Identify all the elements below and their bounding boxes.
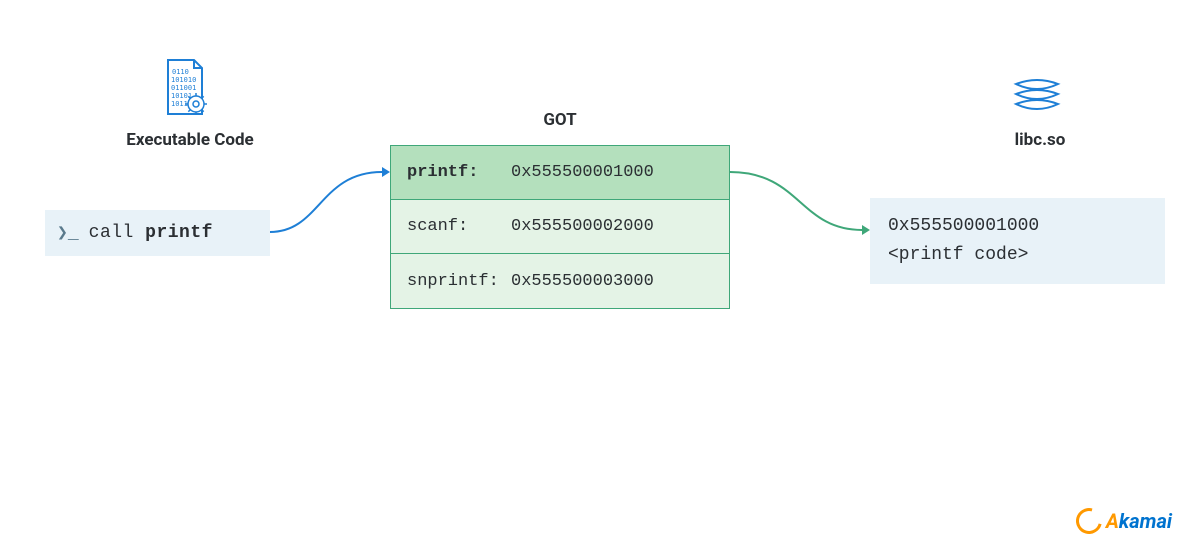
libc-code-box: 0x555500001000 <printf code> [870,198,1165,284]
arrow-got-to-libc [730,162,870,237]
svg-text:101010: 101010 [171,76,196,84]
libc-code: <printf code> [888,241,1147,270]
call-instruction-box: ❯_ call printf [45,210,270,256]
got-row-scanf: scanf: 0x555500002000 [391,200,729,254]
akamai-logo: Akamai [1076,508,1172,534]
got-addr: 0x555500001000 [511,163,729,182]
akamai-swirl-icon [1071,503,1107,539]
libc-label: libc.so [950,130,1130,150]
got-title: GOT [390,110,730,130]
got-table: printf: 0x555500001000 scanf: 0x55550000… [390,145,730,309]
akamai-logo-text: Akamai [1106,509,1172,533]
got-row-snprintf: snprintf: 0x555500003000 [391,254,729,308]
arrow-call-to-got [270,166,390,236]
prompt-icon: ❯_ [57,222,79,244]
got-fn-label: scanf: [391,217,511,236]
got-row-printf: printf: 0x555500001000 [391,146,729,200]
call-instruction-text: call printf [89,223,213,243]
binary-file-gear-icon: 0110 101010 011001 10101 1011 [160,58,210,118]
stack-layers-icon [1010,68,1064,118]
libc-addr: 0x555500001000 [888,212,1147,241]
executable-code-label: Executable Code [100,130,280,150]
got-addr: 0x555500002000 [511,217,729,236]
got-addr: 0x555500003000 [511,272,729,291]
svg-text:0110: 0110 [172,68,189,76]
got-fn-label: printf: [391,163,511,182]
got-fn-label: snprintf: [391,272,511,291]
svg-text:011001: 011001 [171,84,196,92]
